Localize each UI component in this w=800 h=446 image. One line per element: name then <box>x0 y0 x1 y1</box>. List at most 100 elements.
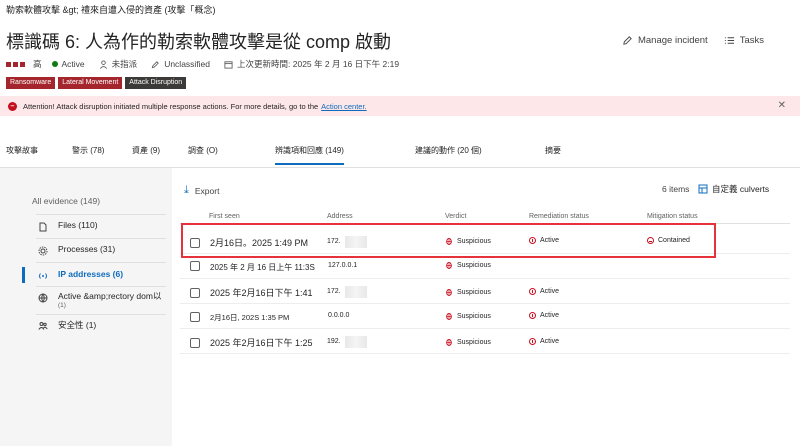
row-checkbox[interactable] <box>190 238 200 248</box>
header-actions: Manage incident Tasks <box>622 35 764 46</box>
address-cell: 0.0.0.0 <box>328 312 350 319</box>
sidebar-item-ip-addresses[interactable]: IP addresses (6) <box>22 267 172 283</box>
item-count: 6 items <box>662 184 690 194</box>
list-icon <box>724 37 734 44</box>
verdict-cell: Suspicious <box>445 261 491 269</box>
sidebar-item-security[interactable]: 安全性 (1) <box>24 319 172 333</box>
pencil-icon <box>151 60 160 68</box>
pencil-icon <box>623 36 632 45</box>
sidebar-item-label: IP addresses (6) <box>58 269 124 279</box>
table-row[interactable]: 2025 年2月16日下午 1:41 172. Suspicious Activ… <box>180 279 790 304</box>
bug-icon <box>446 289 452 296</box>
verdict-label: Suspicious <box>457 338 491 346</box>
evidence-sidebar: All evidence (149) Files (110) Processes… <box>0 168 172 446</box>
breadcrumb[interactable]: 勒索軟體攻擊 &gt; 禮來自遭入侵的資產 (攻擊「概念) <box>6 3 216 16</box>
export-button[interactable]: ⤓ Export <box>184 184 219 197</box>
verdict-cell: Suspicious <box>445 338 491 346</box>
attention-banner: – Attention! Attack disruption initiated… <box>0 96 800 116</box>
tab-recommended-actions[interactable]: 建議的動作 (20 個) <box>415 145 482 156</box>
tag-attack-disruption[interactable]: Attack Disruption <box>125 77 187 89</box>
redacted-address <box>345 236 367 248</box>
tab-evidence-response[interactable]: 辨識項和回應 (149) <box>275 145 344 165</box>
remediation-label: Active <box>540 237 560 244</box>
verdict-cell: Suspicious <box>445 288 491 296</box>
verdict-cell: Suspicious <box>445 312 491 320</box>
row-checkbox[interactable] <box>190 261 200 271</box>
column-verdict[interactable]: Verdict <box>445 213 466 220</box>
sidebar-item-files[interactable]: Files (110) <box>24 220 172 234</box>
remediation-cell: Active <box>529 288 559 295</box>
column-mitigation-status[interactable]: Mitigation status <box>647 213 698 220</box>
close-icon[interactable]: ✕ <box>778 100 786 111</box>
sidebar-item-active-directory[interactable]: Active &amp;rectory dom以 (1) <box>24 291 172 311</box>
bug-icon <box>446 313 452 320</box>
classification[interactable]: Unclassified <box>151 59 210 69</box>
table-row[interactable]: 2025 年2月16日下午 1:25 192. Suspicious Activ… <box>180 329 790 354</box>
tasks-label: Tasks <box>739 35 764 46</box>
last-update: 上次更新時間: 2025 年 2 月 16 日下午 2:19 <box>224 58 399 70</box>
row-checkbox[interactable] <box>190 338 200 348</box>
mitigation-label: Contained <box>658 237 690 244</box>
bug-icon <box>446 238 452 245</box>
tab-attack-story[interactable]: 攻擊故事 <box>6 145 38 156</box>
redacted-address <box>345 336 367 348</box>
tab-summary[interactable]: 摘要 <box>545 145 561 156</box>
clock-icon <box>529 237 536 244</box>
customize-columns-label: 自定義 culverts <box>712 184 770 194</box>
sidebar-item-processes[interactable]: Processes (31) <box>24 244 172 258</box>
status-dot-icon <box>51 61 58 67</box>
status-label: Active <box>61 59 85 69</box>
sidebar-divider <box>36 314 166 315</box>
tag-lateral-movement[interactable]: Lateral Movement <box>58 77 123 89</box>
export-label: Export <box>194 185 220 196</box>
address-cell: 172. <box>327 238 341 245</box>
bug-icon <box>446 262 452 269</box>
manage-incident-button[interactable]: Manage incident <box>622 35 708 46</box>
tab-alerts[interactable]: 警示 (78) <box>72 145 104 156</box>
page-title: 標識碼 6: 人為作的勒索軟體攻擊是從 comp 啟動 <box>6 32 392 52</box>
action-center-link[interactable]: Action center. <box>321 102 366 111</box>
tab-assets[interactable]: 資產 (9) <box>132 145 160 156</box>
redacted-address <box>345 286 367 298</box>
calendar-icon <box>224 60 233 69</box>
sidebar-item-label: Active &amp;rectory dom以 <box>58 291 162 301</box>
last-update-label: 上次更新時間: 2025 年 2 月 16 日下午 2:19 <box>237 59 400 69</box>
first-seen-cell: 2月16日。2025 1:49 PM <box>210 238 309 248</box>
manage-incident-label: Manage incident <box>637 35 708 46</box>
person-icon <box>99 59 107 69</box>
file-icon <box>36 220 50 234</box>
customize-columns-button[interactable]: 自定義 culverts <box>698 183 769 195</box>
table-row[interactable]: 2025 年 2 月 16 日上午 11:3S 127.0.0.1 Suspic… <box>180 254 790 279</box>
address-cell: 172. <box>327 288 341 295</box>
tasks-button[interactable]: Tasks <box>724 35 764 46</box>
bug-icon <box>446 339 452 346</box>
sidebar-divider <box>36 286 166 287</box>
tag-ransomware[interactable]: Ransomware <box>6 77 56 89</box>
table-row[interactable]: 2月16日。2025 1:49 PM 172. Suspicious Activ… <box>180 229 790 254</box>
all-evidence-item[interactable]: All evidence (149) <box>32 196 100 206</box>
users-icon <box>36 319 50 333</box>
column-remediation-status[interactable]: Remediation status <box>529 213 589 220</box>
wifi-icon <box>36 269 50 283</box>
table-row[interactable]: 2月16日, 202S 1:35 PM 0.0.0.0 Suspicious A… <box>180 304 790 329</box>
clock-icon <box>529 338 536 345</box>
address-cell: 127.0.0.1 <box>328 262 358 269</box>
column-first-seen[interactable]: First seen <box>209 213 240 220</box>
status-indicator: Active <box>51 59 85 69</box>
gear-icon <box>36 244 50 258</box>
remediation-cell: Active <box>529 338 559 345</box>
severity-label: 高 <box>33 59 42 69</box>
sidebar-divider <box>36 238 166 239</box>
row-checkbox[interactable] <box>190 312 200 322</box>
columns-icon <box>698 184 708 194</box>
sidebar-divider <box>36 214 166 215</box>
download-icon: ⤓ <box>184 184 189 196</box>
remediation-cell: Active <box>529 237 559 244</box>
column-address[interactable]: Address <box>327 213 353 220</box>
first-seen-cell: 2月16日, 202S 1:35 PM <box>210 313 290 322</box>
row-checkbox[interactable] <box>190 288 200 298</box>
tab-investigations[interactable]: 調查 (O) <box>188 145 218 156</box>
remediation-label: Active <box>540 312 560 319</box>
remediation-cell: Active <box>529 312 559 319</box>
assigned-to[interactable]: 未指派 <box>99 58 137 70</box>
